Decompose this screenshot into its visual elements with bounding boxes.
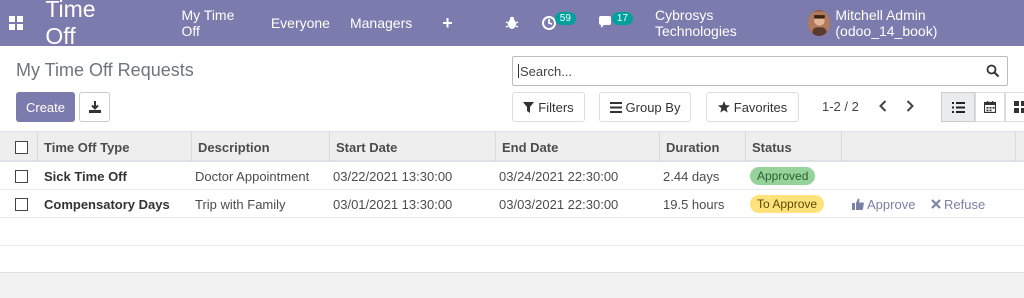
cell-duration: 2.44 days — [663, 168, 720, 184]
top-navbar: Time Off My Time Off Everyone Managers +… — [0, 0, 1024, 49]
time-off-list: Time Off Type Description Start Date End… — [0, 132, 1024, 246]
close-icon — [931, 199, 941, 209]
user-menu[interactable]: Mitchell Admin (odoo_14_book) — [835, 7, 1008, 39]
refuse-button[interactable]: Refuse — [925, 190, 985, 218]
cell-start-date: 03/22/2021 13:30:00 — [333, 168, 453, 184]
list-footer — [0, 272, 1024, 298]
header-end-date[interactable]: End Date — [496, 132, 660, 162]
search-placeholder: Search... — [520, 63, 573, 79]
menu-everyone[interactable]: Everyone — [271, 15, 330, 31]
messages-icon[interactable]: 17 — [598, 11, 634, 30]
download-icon — [88, 101, 101, 113]
group-by-button[interactable]: Group By — [599, 92, 691, 122]
header-status[interactable]: Status — [746, 132, 842, 162]
row-select-cell — [0, 162, 28, 190]
table-row[interactable]: Sick Time Off Doctor Appointment 03/22/2… — [0, 162, 1024, 190]
favorites-label: Favorites — [733, 99, 788, 115]
row-checkbox[interactable] — [15, 197, 28, 211]
status-badge: Approved — [750, 167, 816, 185]
pager-value[interactable]: 1-2 / 2 — [822, 99, 859, 114]
star-icon — [717, 101, 730, 113]
header-duration[interactable]: Duration — [660, 132, 746, 162]
refuse-label: Refuse — [944, 196, 986, 212]
header-description[interactable]: Description — [192, 132, 330, 162]
thumbs-up-icon — [852, 198, 864, 210]
cell-status: To Approve — [744, 190, 825, 218]
bug-icon[interactable] — [505, 16, 519, 30]
status-badge: To Approve — [750, 195, 825, 213]
group-by-label: Group By — [625, 99, 681, 115]
select-all-checkbox[interactable] — [15, 140, 28, 154]
header-start-date[interactable]: Start Date — [330, 132, 496, 162]
table-row[interactable]: Compensatory Days Trip with Family 03/01… — [0, 190, 1024, 218]
control-panel: My Time Off Requests Search... Create Fi… — [0, 46, 1024, 132]
row-select-cell — [0, 190, 28, 218]
cell-end-date: 03/03/2021 22:30:00 — [499, 196, 619, 212]
plus-icon[interactable]: + — [442, 13, 453, 34]
message-count-badge: 17 — [611, 11, 634, 25]
list-view-icon[interactable] — [941, 92, 975, 122]
cell-description: Trip with Family — [195, 196, 286, 212]
search-icon[interactable] — [986, 64, 1000, 78]
group-by-icon — [609, 101, 622, 113]
menu-managers[interactable]: Managers — [350, 15, 412, 31]
filter-icon — [523, 101, 535, 113]
table-header: Time Off Type Description Start Date End… — [0, 132, 1024, 162]
cell-start-date: 03/01/2021 13:30:00 — [333, 196, 453, 212]
apps-menu-icon[interactable] — [0, 0, 31, 46]
company-switcher[interactable]: Cybrosys Technologies — [655, 7, 781, 39]
pager-previous-icon[interactable] — [876, 98, 890, 114]
create-button[interactable]: Create — [16, 92, 75, 122]
app-title[interactable]: Time Off — [45, 0, 125, 50]
cell-description: Doctor Appointment — [195, 168, 310, 184]
pivot-view-icon[interactable] — [1005, 92, 1024, 122]
header-actions — [842, 132, 1016, 162]
pager-next-icon[interactable] — [903, 98, 917, 114]
activity-clock-icon[interactable]: 59 — [541, 11, 576, 31]
cell-end-date: 03/24/2021 22:30:00 — [499, 168, 619, 184]
filters-label: Filters — [538, 99, 574, 115]
empty-row — [0, 218, 1024, 246]
calendar-view-icon[interactable] — [975, 92, 1005, 122]
header-time-off-type[interactable]: Time Off Type — [38, 132, 192, 162]
approve-label: Approve — [867, 196, 916, 212]
systray: 59 17 Cybrosys Technologies Mitchell Adm… — [505, 7, 1024, 39]
search-input[interactable]: Search... — [512, 56, 1008, 86]
approve-button[interactable]: Approve — [846, 190, 915, 218]
cell-time-off-type: Compensatory Days — [44, 196, 170, 212]
favorites-button[interactable]: Favorites — [706, 92, 799, 122]
download-button[interactable] — [79, 92, 110, 122]
cell-time-off-type: Sick Time Off — [44, 168, 127, 184]
cell-duration: 19.5 hours — [663, 196, 725, 212]
activity-count-badge: 59 — [554, 11, 576, 25]
row-checkbox[interactable] — [15, 169, 28, 183]
menu-my-time-off[interactable]: My Time Off — [181, 7, 250, 39]
filters-button[interactable]: Filters — [512, 92, 585, 122]
avatar[interactable] — [807, 10, 831, 36]
page-title: My Time Off Requests — [16, 60, 194, 80]
cell-status: Approved — [744, 162, 816, 190]
select-all-cell — [0, 132, 38, 162]
text-cursor — [518, 64, 519, 78]
